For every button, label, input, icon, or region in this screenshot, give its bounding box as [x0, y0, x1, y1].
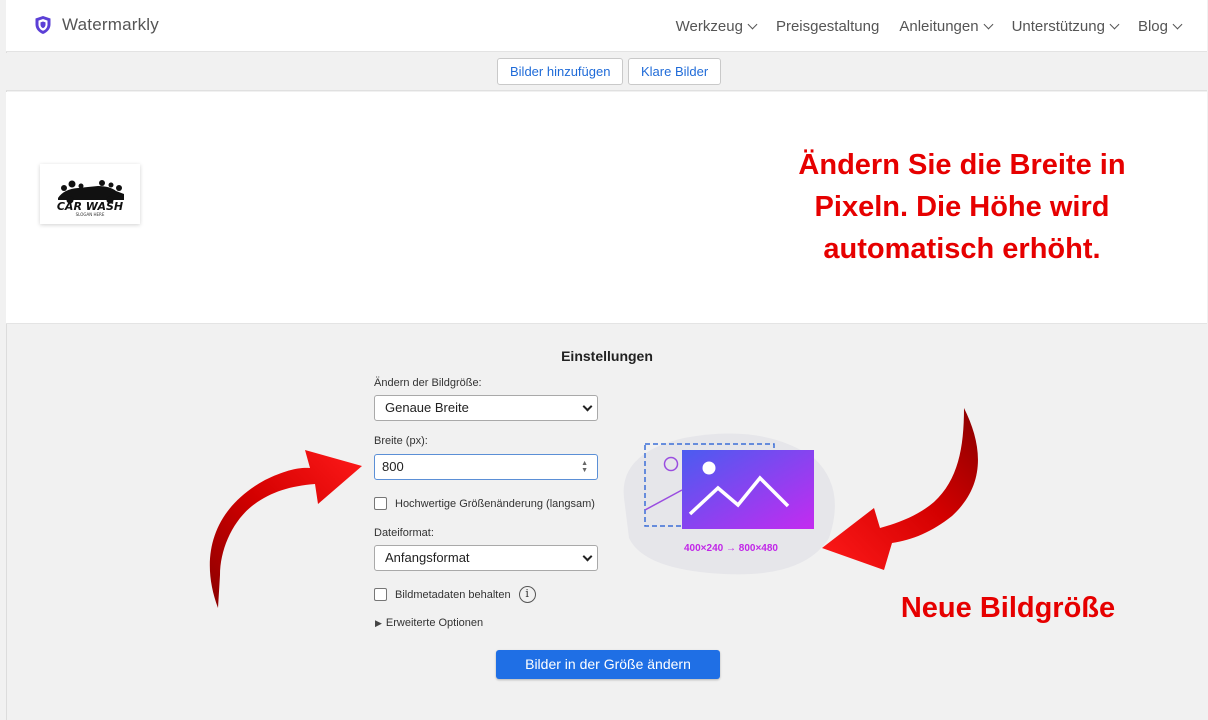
metadata-option[interactable]: Bildmetadaten behalten i [374, 586, 536, 603]
advanced-options-label: Erweiterte Optionen [385, 617, 484, 629]
image-preview-area: CAR WASH SLOGAN HERE Ändern Sie die Brei… [6, 92, 1207, 324]
top-navbar: Watermarkly Werkzeug Preisgestaltung Anl… [6, 0, 1207, 52]
nav-item-label: Anleitungen [899, 18, 979, 35]
width-value: 800 [382, 459, 404, 474]
hq-resize-label: Hochwertige Größenänderung (langsam) [395, 497, 595, 510]
width-label: Breite (px): [374, 435, 428, 447]
red-arrow-right [822, 408, 978, 570]
resize-mode-value: Genaue Breite [385, 400, 469, 415]
chevron-down-icon [1109, 19, 1120, 30]
brand-logo[interactable]: Watermarkly [34, 15, 159, 35]
nav-item-werkzeug[interactable]: Werkzeug [675, 18, 758, 35]
logo-tagline: SLOGAN HERE [76, 212, 105, 217]
format-value: Anfangsformat [385, 550, 470, 565]
resize-images-button[interactable]: Bilder in der Größe ändern [496, 650, 720, 679]
annotation-bottom: Neue Bildgröße [900, 592, 1116, 624]
chevron-down-icon [983, 19, 994, 30]
annotation-top: Ändern Sie die Breite in Pixeln. Die Höh… [798, 149, 1126, 265]
nav-item-label: Preisgestaltung [775, 18, 880, 35]
format-label: Dateiformat: [374, 527, 434, 539]
chevron-down-icon [582, 551, 593, 562]
image-thumbnail[interactable]: CAR WASH SLOGAN HERE [40, 164, 140, 224]
hq-resize-checkbox[interactable] [374, 497, 387, 510]
resize-mode-select[interactable]: Genaue Breite [374, 395, 598, 421]
chevron-down-icon [1172, 19, 1183, 30]
caret-right-icon: ▶ [375, 618, 382, 628]
nav-item-label: Blog [1137, 18, 1168, 35]
metadata-label: Bildmetadaten behalten [395, 588, 511, 601]
resize-illustration [623, 433, 835, 575]
advanced-options-toggle[interactable]: ▶ Erweiterte Optionen [375, 617, 483, 629]
nav-item-unterstuetzung[interactable]: Unterstützung [1011, 18, 1120, 35]
shield-icon [35, 16, 51, 34]
width-input[interactable]: 800 ▲ ▼ [374, 454, 598, 480]
nav-item-label: Werkzeug [675, 18, 743, 35]
nav-item-preisgestaltung[interactable]: Preisgestaltung [776, 18, 879, 35]
spinner-icon[interactable]: ▲ ▼ [581, 460, 588, 474]
hq-resize-option[interactable]: Hochwertige Größenänderung (langsam) [374, 497, 595, 510]
metadata-checkbox[interactable] [374, 588, 387, 601]
red-arrow-left [209, 450, 362, 608]
settings-title: Einstellungen [561, 348, 653, 364]
chevron-down-icon [582, 401, 593, 412]
image-toolbar: Bilder hinzufügen Klare Bilder [6, 53, 1207, 91]
car-wash-logo-image: CAR WASH SLOGAN HERE [57, 180, 124, 217]
format-select[interactable]: Anfangsformat [374, 545, 598, 571]
resize-mode-label: Ändern der Bildgröße: [374, 377, 482, 389]
chevron-down-icon [747, 19, 758, 30]
nav-item-label: Unterstützung [1011, 18, 1105, 35]
info-icon[interactable]: i [518, 586, 536, 603]
dimensions-caption: 400×240 → 800×480 [684, 543, 778, 554]
clear-images-button[interactable]: Klare Bilder [628, 58, 722, 85]
brand-name: Watermarkly [62, 15, 159, 34]
add-images-button[interactable]: Bilder hinzufügen [497, 58, 624, 85]
nav-item-anleitungen[interactable]: Anleitungen [899, 18, 994, 35]
main-nav: Werkzeug Preisgestaltung Anleitungen Unt… [656, 18, 1183, 35]
nav-item-blog[interactable]: Blog [1137, 18, 1183, 35]
